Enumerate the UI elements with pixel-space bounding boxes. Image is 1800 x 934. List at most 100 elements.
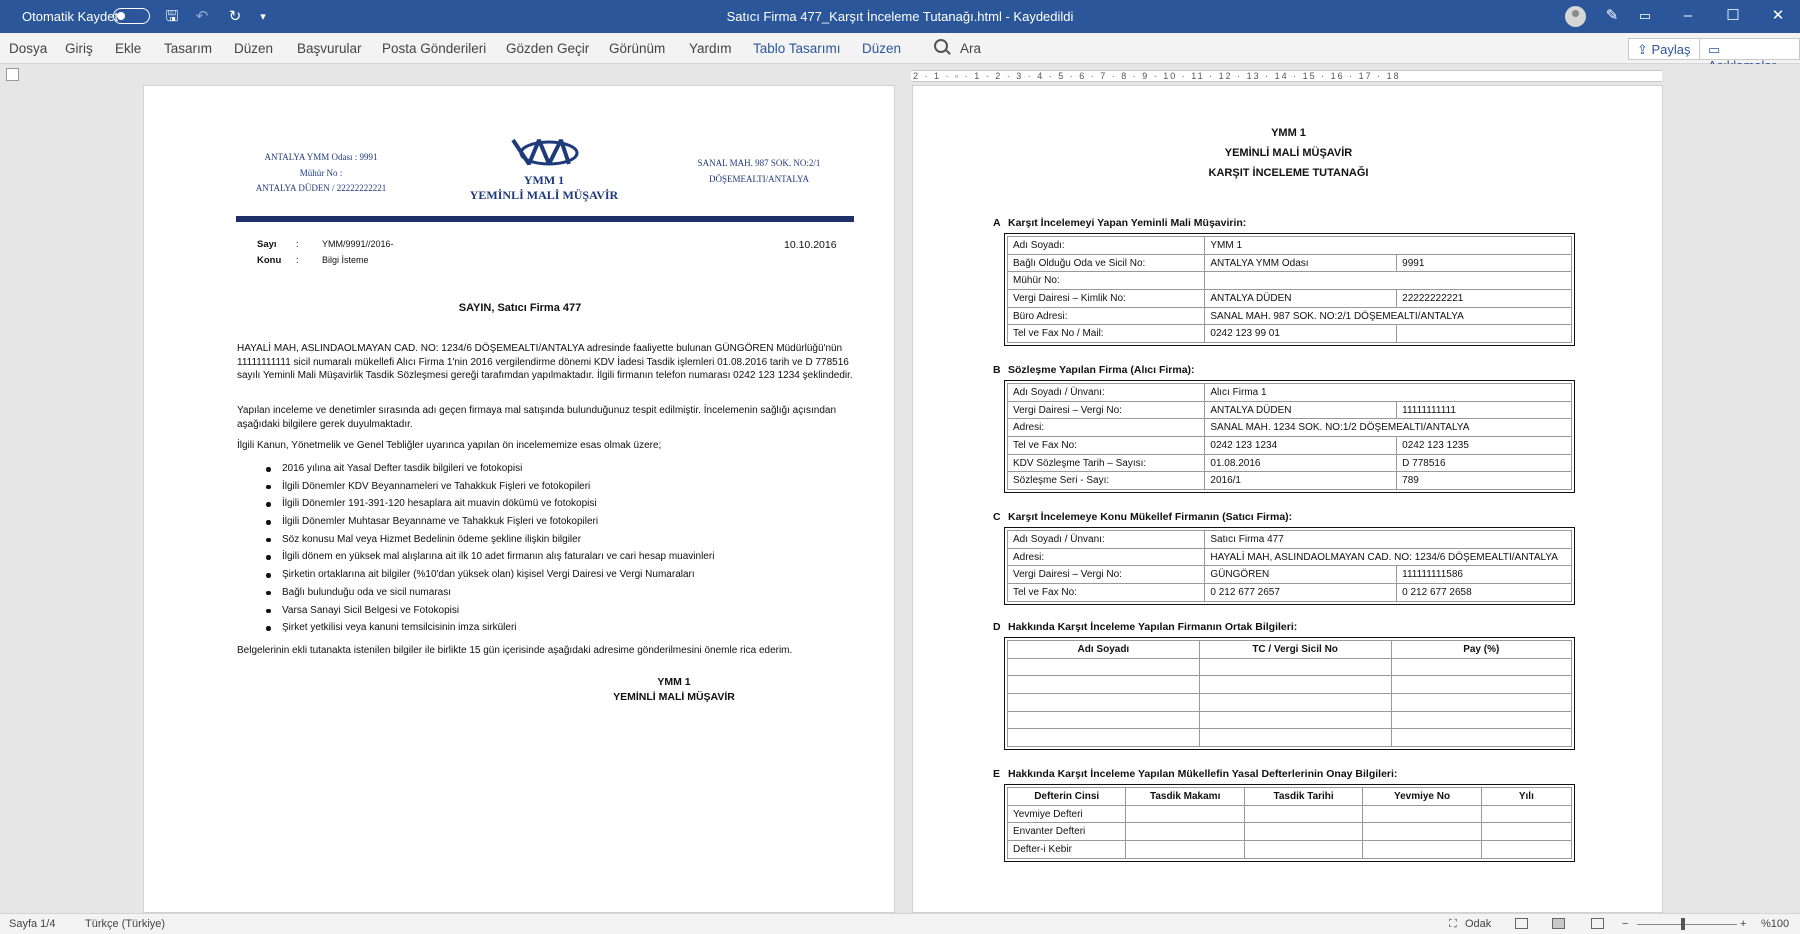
cell[interactable]: 0242 123 1234 [1204,436,1398,455]
cell[interactable]: Envanter Defteri [1006,822,1127,842]
maximize-icon[interactable]: ☐ [1720,4,1746,28]
focus-icon[interactable]: ⛶ [1449,918,1457,931]
tab-gorunum[interactable]: Görünüm [609,41,665,56]
tab-yardim[interactable]: Yardım [689,41,732,56]
cell[interactable]: YMM 1 [1204,236,1572,255]
empty-cell[interactable] [1125,804,1245,824]
cell[interactable]: Vergi Dairesi – Vergi No: [1006,565,1206,585]
tab-giris[interactable]: Giriş [65,41,93,56]
empty-cell[interactable] [1362,804,1482,824]
horizontal-ruler[interactable]: 2 · 1 · ▫ · 1 · 2 · 3 · 4 · 5 · 6 · 7 · … [911,70,1662,82]
cell[interactable]: 789 [1396,471,1572,491]
zoom-level[interactable]: %100 [1761,918,1789,930]
cell[interactable]: Vergi Dairesi – Kimlik No: [1006,289,1206,308]
cell[interactable]: 9991 [1396,253,1572,273]
zoom-slider[interactable] [1637,924,1737,925]
empty-cell[interactable] [1390,675,1572,695]
tab-posta-gonderileri[interactable]: Posta Gönderileri [382,41,486,56]
empty-cell[interactable] [1007,710,1200,730]
minimize-icon[interactable]: – [1675,4,1701,28]
cell[interactable]: Mühür No: [1006,271,1206,291]
cell[interactable]: Alıcı Firma 1 [1204,383,1572,402]
cell[interactable]: 0242 123 99 01 [1204,324,1398,344]
focus-mode-label[interactable]: Odak [1465,918,1491,930]
empty-cell[interactable] [1390,657,1572,677]
cell[interactable]: ANTALYA DÜDEN [1204,289,1398,308]
zoom-out-icon[interactable]: − [1622,918,1628,930]
page-letter[interactable]: ANTALYA YMM Odası : 9991 Mühür No : ANTA… [143,85,895,913]
zoom-slider-thumb[interactable] [1681,918,1685,930]
cell[interactable]: D 778516 [1396,453,1572,473]
comments-button[interactable]: ▭ Açıklamalar [1699,38,1800,73]
cell[interactable]: Yevmiye Defteri [1006,804,1127,824]
cell[interactable]: Defter-i Kebir [1006,840,1127,859]
empty-cell[interactable] [1243,840,1364,859]
empty-cell[interactable] [1125,822,1245,842]
cell[interactable]: Tel ve Fax No / Mail: [1006,324,1206,344]
page-indicator[interactable]: Sayfa 1/4 [9,918,55,930]
cell[interactable]: Vergi Dairesi – Vergi No: [1006,400,1206,420]
tab-tablo-tasarimi[interactable]: Tablo Tasarımı [753,41,841,56]
cell[interactable]: 111111111586 [1396,565,1572,585]
page-minutes[interactable]: YMM 1 YEMİNLİ MALİ MÜŞAVİR KARŞIT İNCELE… [912,85,1663,913]
language-indicator[interactable]: Türkçe (Türkiye) [85,918,165,930]
empty-cell[interactable] [1198,657,1392,677]
empty-cell[interactable] [1243,804,1364,824]
tab-basvurular[interactable]: Başvurular [297,41,362,56]
empty-cell[interactable] [1480,822,1573,842]
cell[interactable]: Adresi: [1006,547,1206,567]
cell[interactable]: Büro Adresi: [1006,306,1206,326]
cell[interactable]: Adı Soyadı: [1006,236,1206,255]
cell[interactable]: 0 212 677 2657 [1204,583,1398,602]
empty-cell[interactable] [1198,710,1392,730]
print-layout-icon[interactable] [1552,918,1565,929]
cell[interactable]: ANTALYA YMM Odası [1204,253,1398,273]
search-label[interactable]: Ara [960,41,981,56]
cell[interactable]: 11111111111 [1396,400,1572,420]
tab-tablo-duzen[interactable]: Düzen [862,41,901,56]
empty-cell[interactable] [1243,822,1364,842]
empty-cell[interactable] [1390,693,1572,712]
empty-cell[interactable] [1362,822,1482,842]
cell[interactable]: Tel ve Fax No: [1006,436,1206,455]
ribbon-display-icon[interactable]: ▭ [1632,4,1658,28]
cell[interactable]: 2016/1 [1204,471,1398,491]
cell[interactable]: Adresi: [1006,418,1206,438]
cell[interactable]: HAYALİ MAH, ASLINDAOLMAYAN CAD. NO: 1234… [1204,547,1572,567]
share-button[interactable]: ⇪ Paylaş [1628,38,1700,60]
cell[interactable]: SANAL MAH. 1234 SOK. NO:1/2 DÖŞEMEALTI/A… [1204,418,1572,438]
cell[interactable]: Adı Soyadı / Ünvanı: [1006,530,1206,549]
empty-cell[interactable] [1007,675,1200,695]
tab-dosya[interactable]: Dosya [9,41,47,56]
empty-cell[interactable] [1007,728,1200,748]
empty-cell[interactable] [1480,840,1573,859]
cell[interactable]: 0 212 677 2658 [1396,583,1572,602]
cell[interactable]: SANAL MAH. 987 SOK. NO:2/1 DÖŞEMEALTI/AN… [1204,306,1572,326]
empty-cell[interactable] [1480,804,1573,824]
tab-ekle[interactable]: Ekle [115,41,141,56]
search-icon[interactable] [934,39,948,53]
pen-icon[interactable]: ✎ [1599,4,1625,28]
cell[interactable]: 0242 123 1235 [1396,436,1572,455]
cell[interactable]: Bağlı Olduğu Oda ve Sicil No: [1006,253,1206,273]
cell[interactable] [1396,324,1572,344]
empty-cell[interactable] [1125,840,1245,859]
cell[interactable]: Sözleşme Seri - Sayı: [1006,471,1206,491]
cell[interactable]: Adı Soyadı / Ünvanı: [1006,383,1206,402]
empty-cell[interactable] [1390,710,1572,730]
web-layout-icon[interactable] [1591,918,1604,929]
cell[interactable]: Satıcı Firma 477 [1204,530,1572,549]
tab-gozden-gecir[interactable]: Gözden Geçir [506,41,589,56]
read-mode-icon[interactable] [1515,918,1528,929]
close-icon[interactable]: ✕ [1765,4,1791,28]
cell[interactable]: 01.08.2016 [1204,453,1398,473]
cell[interactable] [1204,271,1572,291]
tab-tasarim[interactable]: Tasarım [164,41,212,56]
empty-cell[interactable] [1390,728,1572,748]
tab-duzen[interactable]: Düzen [234,41,273,56]
tab-selector[interactable] [6,68,19,81]
empty-cell[interactable] [1007,693,1200,712]
empty-cell[interactable] [1198,728,1392,748]
zoom-in-icon[interactable]: + [1740,918,1746,930]
cell[interactable]: KDV Sözleşme Tarih – Sayısı: [1006,453,1206,473]
